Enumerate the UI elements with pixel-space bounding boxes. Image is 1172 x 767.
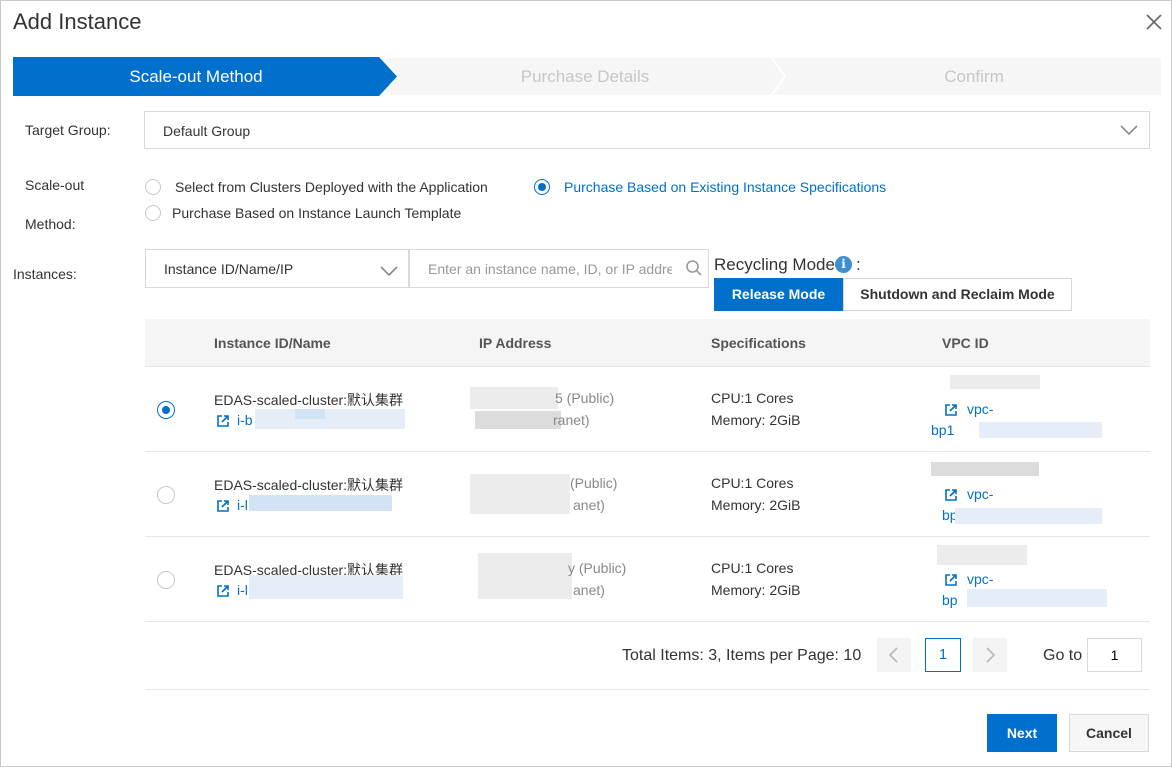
redacted-ip-private: [475, 411, 561, 429]
redacted-ip-public: [470, 387, 558, 409]
header-vpc-id: VPC ID: [942, 335, 989, 351]
spec-cpu: CPU:1 Cores: [711, 560, 794, 576]
row-select-radio[interactable]: [157, 486, 175, 504]
method-option-clusters[interactable]: Select from Clusters Deployed with the A…: [175, 179, 488, 195]
table-row[interactable]: EDAS-scaled-cluster:默认集群 i-l y (Public) …: [145, 537, 1150, 622]
shutdown-reclaim-mode-button[interactable]: Shutdown and Reclaim Mode: [843, 278, 1072, 311]
vpc-link[interactable]: vpc-: [967, 486, 993, 502]
redacted-vpc-id: [967, 589, 1107, 607]
spec-memory: Memory: 2GiB: [711, 412, 801, 428]
vpc-link-line2[interactable]: bp: [942, 592, 958, 608]
ip-public: y (Public): [568, 560, 627, 576]
row-select-radio[interactable]: [157, 571, 175, 589]
external-link-icon[interactable]: [944, 573, 958, 587]
vpc-link[interactable]: vpc-: [967, 571, 993, 587]
redacted-vpc: [937, 545, 1027, 565]
target-group-label: Target Group:: [25, 122, 111, 138]
table-row[interactable]: EDAS-scaled-cluster:默认集群 i-b 5 (Public) …: [145, 367, 1150, 452]
ip-public: 5 (Public): [555, 390, 615, 406]
pagination-summary: Total Items: 3, Items per Page: 10: [622, 647, 862, 664]
spec-cpu: CPU:1 Cores: [711, 475, 794, 491]
recycling-mode-label: Recycling Mode: [714, 255, 835, 274]
ip-private: anet): [573, 497, 605, 513]
external-link-icon[interactable]: [944, 488, 958, 502]
vpc-link[interactable]: vpc-: [967, 401, 993, 417]
redacted-ip: [478, 553, 572, 599]
goto-page-input[interactable]: [1087, 638, 1142, 672]
search-type-value: Instance ID/Name/IP: [164, 261, 294, 277]
search-icon[interactable]: [685, 259, 703, 277]
table-row[interactable]: EDAS-scaled-cluster:默认集群 i-l (Public) an…: [145, 452, 1150, 537]
ip-private: anet): [573, 582, 605, 598]
goto-label: Go to: [1043, 647, 1083, 664]
step-scale-out-method: Scale-out Method: [129, 67, 263, 86]
header-ip-address: IP Address: [479, 335, 552, 351]
method-radio-launch-template[interactable]: [145, 205, 161, 221]
vpc-link-line2[interactable]: bp1: [931, 422, 954, 438]
instance-search-input[interactable]: [409, 249, 709, 288]
chevron-left-icon: [888, 647, 898, 663]
external-link-icon[interactable]: [216, 414, 230, 428]
chevron-down-icon: [1120, 125, 1138, 136]
footer-divider: [145, 689, 1150, 690]
next-page-button[interactable]: [973, 638, 1007, 672]
close-icon[interactable]: [1143, 11, 1165, 33]
header-specifications: Specifications: [711, 335, 806, 351]
target-group-value: Default Group: [163, 123, 251, 139]
instance-id-link[interactable]: i-l: [237, 582, 248, 598]
instance-id-link[interactable]: i-b: [237, 412, 253, 428]
method-radio-clusters[interactable]: [145, 179, 161, 195]
redacted-instance-id: [255, 409, 405, 429]
redacted-vpc-id: [979, 422, 1102, 438]
steps-bar: Scale-out Method Purchase Details Confir…: [13, 57, 1162, 96]
release-mode-button[interactable]: Release Mode: [714, 278, 843, 311]
header-instance-id-name: Instance ID/Name: [214, 335, 331, 351]
instance-id-link[interactable]: i-l: [237, 497, 248, 513]
recycling-mode-colon: :: [856, 255, 861, 274]
info-icon[interactable]: i: [835, 256, 852, 273]
next-button[interactable]: Next: [987, 714, 1057, 752]
external-link-icon[interactable]: [944, 403, 958, 417]
add-instance-dialog: Add Instance Scale-out Method Purchase D…: [0, 0, 1172, 767]
external-link-icon[interactable]: [216, 499, 230, 513]
spec-memory: Memory: 2GiB: [711, 582, 801, 598]
step-purchase-details: Purchase Details: [520, 67, 650, 86]
redacted-instance-id: [249, 575, 403, 599]
redacted-instance-id: [249, 495, 392, 511]
chevron-down-icon: [380, 266, 398, 277]
ip-public: (Public): [570, 475, 618, 491]
method-radio-existing-specs[interactable]: [534, 179, 550, 195]
prev-page-button[interactable]: [877, 638, 911, 672]
method-label-line1: Scale-out: [25, 177, 85, 193]
instance-name: EDAS-scaled-cluster:默认集群: [214, 477, 404, 493]
instance-name: EDAS-scaled-cluster:默认集群: [214, 392, 404, 408]
spec-memory: Memory: 2GiB: [711, 497, 801, 513]
chevron-right-icon: [986, 647, 996, 663]
dialog-title: Add Instance: [13, 9, 142, 34]
method-option-launch-template[interactable]: Purchase Based on Instance Launch Templa…: [172, 205, 461, 221]
row-select-radio[interactable]: [157, 401, 175, 419]
spec-cpu: CPU:1 Cores: [711, 390, 794, 406]
redacted-vpc-id: [955, 508, 1102, 524]
search-type-select[interactable]: Instance ID/Name/IP: [145, 249, 409, 288]
target-group-select[interactable]: Default Group: [144, 111, 1150, 149]
instances-label: Instances:: [13, 266, 77, 282]
cancel-button[interactable]: Cancel: [1069, 714, 1149, 752]
ip-private: ranet): [553, 412, 590, 428]
redacted-ip: [470, 474, 570, 514]
redacted-vpc: [950, 375, 1040, 389]
external-link-icon[interactable]: [216, 584, 230, 598]
redacted-vpc: [931, 462, 1039, 476]
step-confirm: Confirm: [944, 67, 1004, 86]
method-label-line2: Method:: [25, 216, 76, 232]
table-header: Instance ID/Name IP Address Specificatio…: [145, 319, 1150, 367]
page-1-button[interactable]: 1: [925, 638, 961, 672]
method-option-existing-specs[interactable]: Purchase Based on Existing Instance Spec…: [564, 179, 886, 195]
redacted-block: [295, 409, 325, 419]
